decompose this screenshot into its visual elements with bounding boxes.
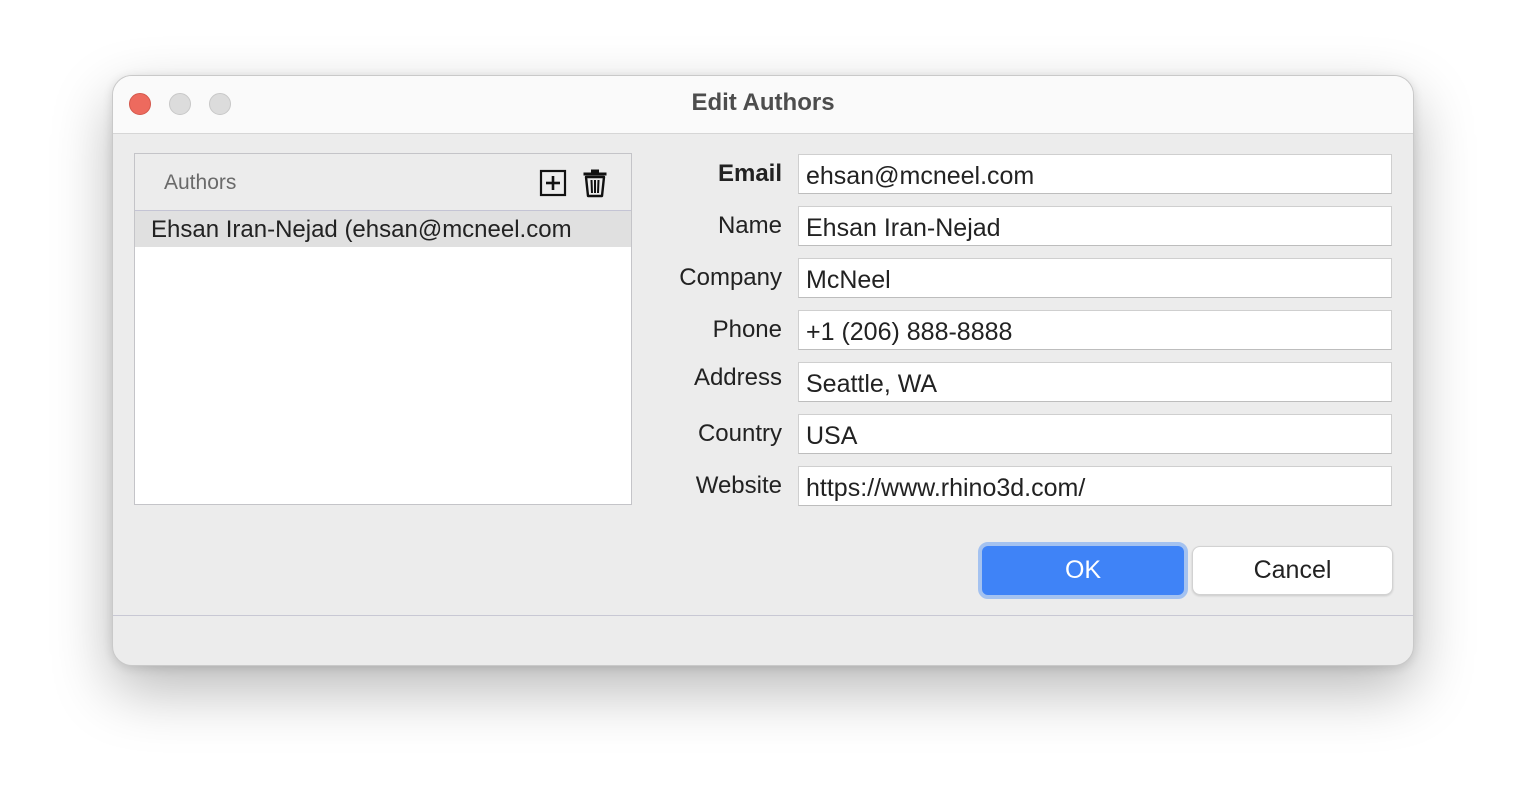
- company-field[interactable]: [798, 258, 1392, 298]
- country-field[interactable]: [798, 414, 1392, 454]
- footer-divider: [113, 615, 1413, 616]
- email-label: Email: [717, 160, 782, 187]
- authors-header-label: Authors: [164, 171, 237, 194]
- phone-field[interactable]: [798, 310, 1392, 350]
- ok-button-label: OK: [1064, 556, 1102, 584]
- cancel-button[interactable]: Cancel: [1192, 546, 1393, 595]
- author-list-item-label: Ehsan Iran-Nejad (ehsan@mcneel.com: [151, 216, 572, 243]
- country-label: Country: [697, 420, 782, 447]
- address-label: Address: [693, 364, 782, 391]
- company-label: Company: [679, 264, 782, 291]
- title-bar: Edit Authors: [113, 76, 1413, 134]
- phone-label: Phone: [712, 316, 782, 343]
- window-title: Edit Authors: [691, 89, 835, 116]
- name-label: Name: [717, 212, 782, 239]
- website-label: Website: [695, 472, 782, 499]
- cancel-button-label: Cancel: [1253, 556, 1332, 584]
- name-field[interactable]: [798, 206, 1392, 246]
- email-field[interactable]: [798, 154, 1392, 194]
- address-field[interactable]: [798, 362, 1392, 402]
- ok-button[interactable]: OK: [978, 542, 1188, 599]
- website-field[interactable]: [798, 466, 1392, 506]
- edit-authors-dialog: Edit Authors Authors Ehsan Iran-Nejad (e…: [112, 75, 1414, 666]
